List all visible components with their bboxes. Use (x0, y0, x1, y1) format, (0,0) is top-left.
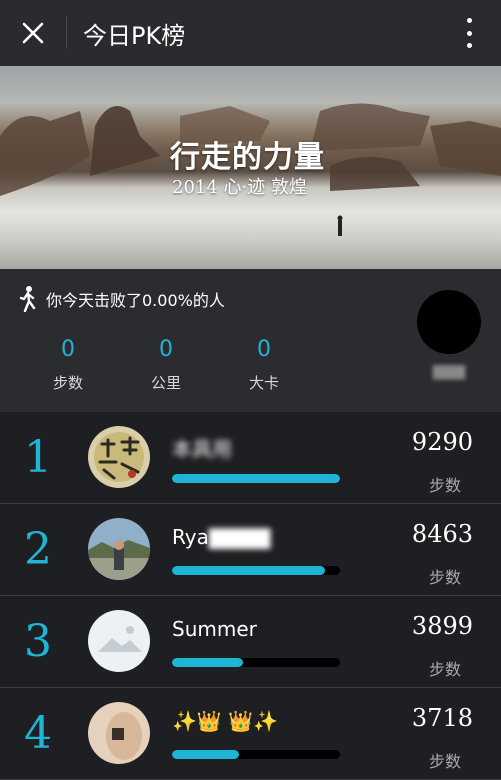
user-avatar[interactable] (88, 702, 150, 764)
my-avatar[interactable] (417, 290, 481, 354)
ranking-row[interactable]: 1 本具用 9290 步数 (0, 412, 501, 504)
stat-label: 公里 (150, 374, 181, 392)
stat-km: 0 公里 (136, 337, 196, 393)
step-unit: 步数 (428, 660, 461, 679)
beat-text: 你今天击败了0.00%的人 (46, 291, 225, 310)
progress-bar (172, 658, 340, 667)
stat-value: 0 (159, 337, 173, 362)
user-name: 本具用 (172, 437, 232, 461)
progress-bar (172, 566, 340, 575)
rank-number: 2 (24, 524, 52, 575)
more-dot-icon (466, 18, 472, 23)
step-unit: 步数 (428, 568, 461, 587)
close-icon (22, 22, 44, 44)
more-dot-icon (466, 43, 472, 48)
default-avatar-icon (88, 610, 150, 672)
beat-summary: 你今天击败了0.00%的人 (18, 286, 225, 312)
stat-value: 0 (257, 337, 271, 362)
progress-fill (172, 750, 240, 759)
step-count: 3718 (411, 704, 473, 732)
close-button[interactable] (0, 0, 66, 66)
landscape-avatar-icon (88, 518, 150, 580)
user-avatar[interactable] (88, 518, 150, 580)
my-name-blurred: ▇▇▇ (432, 364, 466, 380)
divider (66, 17, 67, 49)
user-name: Summer (172, 617, 257, 641)
user-name: Rya▇▇▇▇ (172, 525, 270, 549)
walking-person-icon (19, 286, 36, 312)
ranking-row[interactable]: 4 ✨👑 👑✨ 3718 步数 (0, 688, 501, 780)
top-bar: 今日PK榜 (0, 0, 501, 66)
photo-avatar-icon (88, 702, 150, 764)
ranking-list: 1 本具用 9290 步数 2 Rya▇▇▇▇ 8463 步数 3 Summer… (0, 412, 501, 780)
ranking-row[interactable]: 3 Summer 3899 步数 (0, 596, 501, 688)
user-avatar[interactable] (88, 610, 150, 672)
user-name-blurred: ▇▇▇▇ (208, 525, 271, 549)
stat-label: 大卡 (248, 374, 279, 392)
rank-number: 1 (24, 432, 52, 483)
stat-steps: 0 步数 (38, 337, 98, 393)
page-title: 今日PK榜 (83, 21, 186, 50)
progress-fill (172, 658, 243, 667)
step-count: 3899 (411, 612, 473, 640)
progress-fill (172, 566, 325, 575)
user-avatar[interactable] (88, 426, 150, 488)
stat-kcal: 0 大卡 (234, 337, 294, 393)
ranking-row[interactable]: 2 Rya▇▇▇▇ 8463 步数 (0, 504, 501, 596)
step-count: 9290 (411, 428, 473, 456)
more-button[interactable] (459, 14, 479, 52)
progress-bar (172, 474, 340, 483)
calligraphy-avatar-icon (88, 426, 150, 488)
banner-title: 行走的力量 (170, 140, 325, 175)
progress-bar (172, 750, 340, 759)
rank-number: 3 (24, 616, 52, 667)
stat-value: 0 (61, 337, 75, 362)
user-name: ✨👑 👑✨ (172, 709, 278, 733)
step-count: 8463 (411, 520, 473, 548)
step-unit: 步数 (428, 476, 461, 495)
step-unit: 步数 (428, 752, 461, 771)
user-name-text: Rya (172, 525, 209, 549)
my-stats-panel: 你今天击败了0.00%的人 0 步数 0 公里 0 大卡 ▇▇▇ (0, 269, 501, 412)
banner-subtitle: 2014 心·迹 敦煌 (172, 177, 307, 198)
banner-image: 行走的力量 2014 心·迹 敦煌 (0, 66, 501, 269)
stat-label: 步数 (52, 374, 83, 392)
progress-fill (172, 474, 340, 483)
more-dot-icon (466, 30, 472, 36)
rank-number: 4 (24, 708, 52, 759)
